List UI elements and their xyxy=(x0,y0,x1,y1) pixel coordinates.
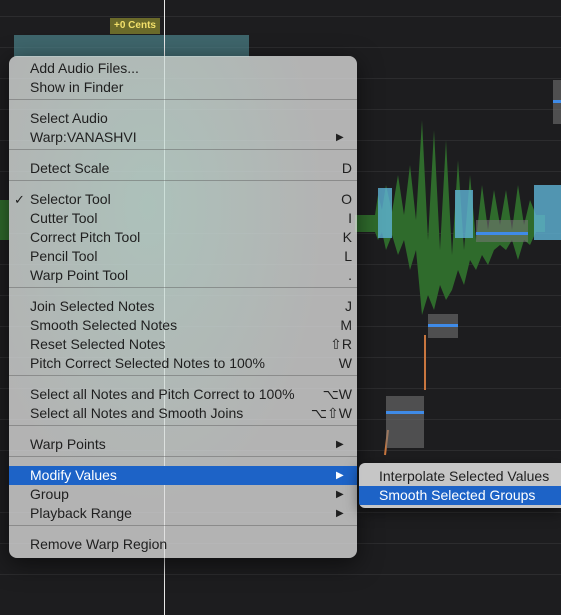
note-blob[interactable] xyxy=(386,396,424,448)
menu-item-select-all-notes-and-pitch-correct-to-100[interactable]: Select all Notes and Pitch Correct to 10… xyxy=(9,385,357,404)
menu-separator xyxy=(9,149,357,150)
submenu-item-interpolate-selected-values[interactable]: Interpolate Selected Values xyxy=(359,467,561,486)
submenu-arrow-icon: ▶ xyxy=(336,470,344,481)
menu-item-label: Smooth Selected Notes xyxy=(30,317,178,333)
menu-item-label: Reset Selected Notes xyxy=(30,336,166,352)
shortcut-key: D xyxy=(341,160,352,176)
menu-separator xyxy=(9,425,357,426)
menu-item-label: Pitch Correct Selected Notes to 100% xyxy=(30,355,266,371)
menu-separator xyxy=(9,180,357,181)
shortcut-key: ⌥W xyxy=(322,386,352,402)
menu-item-smooth-selected-notes[interactable]: Smooth Selected Notes M xyxy=(9,316,357,335)
submenu-arrow-icon: ▶ xyxy=(336,508,344,519)
menu-item-show-in-finder[interactable]: Show in Finder xyxy=(9,78,357,97)
submenu-arrow-icon: ▶ xyxy=(336,489,344,500)
pitch-center-line xyxy=(386,411,424,414)
shortcut-key: ⌥⇧W xyxy=(310,405,352,421)
menu-item-reset-selected-notes[interactable]: Reset Selected Notes ⇧R xyxy=(9,335,357,354)
pitch-center-line xyxy=(428,324,458,327)
shortcut-key: ⇧R xyxy=(330,336,352,352)
menu-item-correct-pitch-tool[interactable]: Correct Pitch Tool K xyxy=(9,228,357,247)
submenu-item-label: Interpolate Selected Values xyxy=(379,468,550,484)
menu-item-label: Show in Finder xyxy=(30,79,124,95)
menu-separator xyxy=(9,456,357,457)
menu-item-pitch-correct-selected-notes-to-100[interactable]: Pitch Correct Selected Notes to 100% W xyxy=(9,354,357,373)
context-menu: Add Audio Files... Show in Finder Select A… xyxy=(9,56,357,558)
menu-item-label: Select all Notes and Smooth Joins xyxy=(30,405,244,421)
note-blob[interactable] xyxy=(476,220,528,242)
menu-item-label: Add Audio Files... xyxy=(30,60,139,76)
pitch-center-line xyxy=(476,232,528,235)
shortcut-key: L xyxy=(344,248,352,264)
menu-item-pencil-tool[interactable]: Pencil Tool L xyxy=(9,247,357,266)
menu-item-label: Correct Pitch Tool xyxy=(30,229,141,245)
menu-item-label: Modify Values xyxy=(30,467,117,483)
submenu-item-label: Smooth Selected Groups xyxy=(379,487,536,503)
menu-item-label: Select all Notes and Pitch Correct to 10… xyxy=(30,386,295,402)
menu-item-label: Remove Warp Region xyxy=(30,536,168,552)
menu-item-select-audio[interactable]: Select Audio xyxy=(9,109,357,128)
menu-separator xyxy=(9,525,357,526)
menu-item-label: Group xyxy=(30,486,69,502)
shortcut-key: M xyxy=(340,317,352,333)
modify-values-submenu: Interpolate Selected Values Smooth Select… xyxy=(359,463,561,508)
note-blob[interactable] xyxy=(14,35,249,57)
menu-item-label: Selector Tool xyxy=(30,191,111,207)
menu-item-add-audio-files[interactable]: Add Audio Files... xyxy=(9,59,357,78)
menu-separator xyxy=(9,375,357,376)
menu-item-label: Warp:VANASHVI xyxy=(30,129,137,145)
menu-item-cutter-tool[interactable]: Cutter Tool I xyxy=(9,209,357,228)
submenu-arrow-icon: ▶ xyxy=(336,439,344,450)
pitch-center-line xyxy=(553,100,561,103)
menu-item-label: Select Audio xyxy=(30,110,108,126)
menu-item-label: Playback Range xyxy=(30,505,132,521)
menu-item-label: Warp Point Tool xyxy=(30,267,129,283)
menu-item-warp-vanashvi[interactable]: Warp:VANASHVI ▶ xyxy=(9,128,357,147)
menu-item-select-all-notes-and-smooth-joins[interactable]: Select all Notes and Smooth Joins ⌥⇧W xyxy=(9,404,357,423)
menu-item-modify-values[interactable]: Modify Values ▶ xyxy=(9,466,357,485)
submenu-item-smooth-selected-groups[interactable]: Smooth Selected Groups xyxy=(359,486,561,505)
checkmark-icon: ✓ xyxy=(14,192,25,207)
menu-item-label: Cutter Tool xyxy=(30,210,98,226)
shortcut-key: W xyxy=(338,355,352,371)
menu-item-detect-scale[interactable]: Detect Scale D xyxy=(9,159,357,178)
menu-item-label: Warp Points xyxy=(30,436,106,452)
shortcut-key: . xyxy=(348,267,352,283)
shortcut-key: I xyxy=(348,210,352,226)
submenu-arrow-icon: ▶ xyxy=(336,132,344,143)
menu-separator xyxy=(9,99,357,100)
cents-tag: +0 Cents xyxy=(110,18,160,34)
menu-separator xyxy=(9,287,357,288)
shortcut-key: K xyxy=(342,229,352,245)
shortcut-key: O xyxy=(341,191,352,207)
menu-item-group[interactable]: Group ▶ xyxy=(9,485,357,504)
menu-item-label: Join Selected Notes xyxy=(30,298,155,314)
menu-item-remove-warp-region[interactable]: Remove Warp Region xyxy=(9,535,357,554)
menu-item-join-selected-notes[interactable]: Join Selected Notes J xyxy=(9,297,357,316)
menu-item-selector-tool[interactable]: ✓ Selector Tool O xyxy=(9,190,357,209)
menu-item-warp-point-tool[interactable]: Warp Point Tool. xyxy=(9,266,357,285)
menu-item-label: Detect Scale xyxy=(30,160,110,176)
menu-item-playback-range[interactable]: Playback Range ▶ xyxy=(9,504,357,523)
menu-item-label: Pencil Tool xyxy=(30,248,98,264)
menu-item-warp-points[interactable]: Warp Points ▶ xyxy=(9,435,357,454)
shortcut-key: J xyxy=(345,298,352,314)
